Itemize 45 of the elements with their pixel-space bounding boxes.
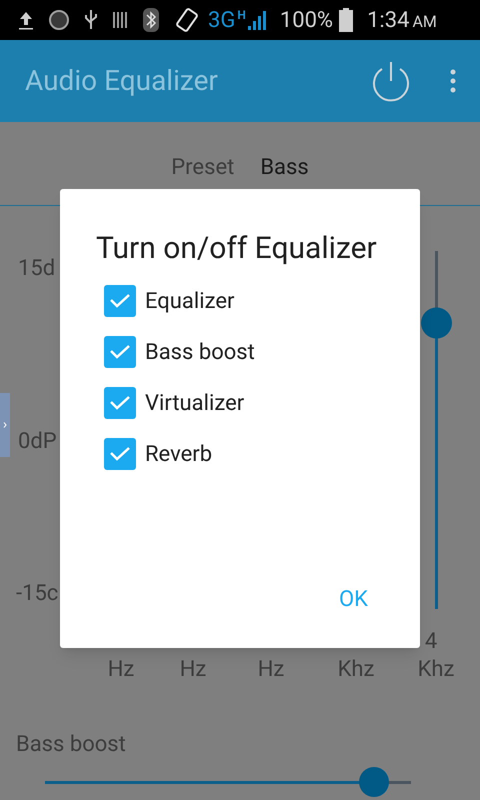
checkmark-icon bbox=[109, 446, 131, 462]
circle-icon bbox=[48, 9, 70, 31]
menu-icon[interactable] bbox=[450, 69, 456, 93]
power-icon[interactable] bbox=[370, 59, 412, 103]
usb-icon bbox=[84, 9, 98, 31]
checkbox-label: Bass boost bbox=[145, 338, 255, 366]
chevron-right-icon bbox=[3, 422, 7, 428]
battery-percent: 100% bbox=[280, 6, 334, 34]
battery-icon bbox=[339, 8, 354, 32]
app-title: Audio Equalizer bbox=[25, 63, 219, 99]
slider-thumb[interactable] bbox=[359, 767, 390, 797]
checkmark-icon bbox=[109, 395, 131, 411]
checkbox[interactable] bbox=[104, 438, 136, 470]
slider-thumb[interactable] bbox=[420, 307, 452, 338]
band-unit: Hz bbox=[108, 656, 134, 684]
checkbox[interactable] bbox=[104, 285, 136, 317]
checkbox-label: Virtualizer bbox=[145, 390, 244, 418]
network-type: 3G bbox=[208, 6, 236, 34]
rotate-phone-icon bbox=[174, 7, 200, 33]
bluetooth-icon bbox=[142, 7, 160, 33]
bass-boost-label: Bass boost bbox=[16, 732, 126, 757]
db-label: 0dP bbox=[18, 428, 58, 456]
bars-icon bbox=[112, 11, 128, 29]
checkmark-icon bbox=[109, 293, 131, 309]
band-unit: Hz bbox=[180, 656, 206, 684]
checkbox[interactable] bbox=[104, 387, 136, 419]
upload-icon bbox=[18, 10, 34, 30]
band-frequency: 4 bbox=[424, 628, 438, 656]
ok-button[interactable]: OK bbox=[339, 583, 368, 616]
dialog-title: Turn on/off Equalizer bbox=[95, 230, 378, 267]
checkbox[interactable] bbox=[104, 336, 136, 368]
checkbox-label: Reverb bbox=[145, 440, 212, 468]
checkbox-label: Equalizer bbox=[145, 288, 234, 316]
db-label: 15d bbox=[18, 255, 56, 283]
checkmark-icon bbox=[109, 344, 131, 360]
clock-suffix: AM bbox=[412, 10, 437, 32]
db-label: -15c bbox=[16, 580, 60, 608]
signal-icon bbox=[248, 10, 266, 30]
band-unit: Khz bbox=[338, 656, 374, 684]
preset-label: Preset bbox=[171, 154, 234, 182]
band-unit: Hz bbox=[258, 656, 284, 684]
clock-time: 1:34 bbox=[367, 6, 410, 34]
band-unit: Khz bbox=[418, 656, 454, 684]
preset-value[interactable]: Bass bbox=[260, 151, 309, 184]
network-subtype: H bbox=[237, 6, 246, 24]
